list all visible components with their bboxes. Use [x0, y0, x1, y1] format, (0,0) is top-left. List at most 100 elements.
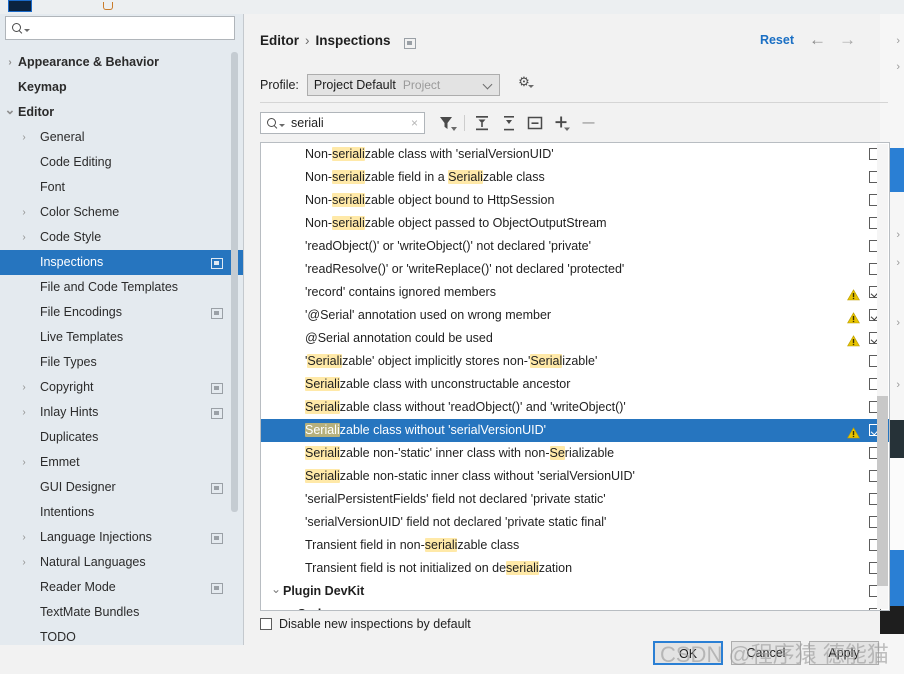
chevron-right-icon[interactable]: › [18, 450, 30, 475]
sidebar-scrollbar-thumb[interactable] [231, 52, 238, 512]
search-match: seriali [332, 147, 365, 161]
settings-sync-badge-icon [211, 383, 223, 394]
chevron-right-icon[interactable]: › [18, 225, 30, 250]
cancel-button[interactable]: Cancel [731, 641, 801, 665]
inspections-list[interactable]: Non-serializable class with 'serialVersi… [260, 142, 890, 611]
sidebar-item-gui-designer[interactable]: GUI Designer [0, 475, 243, 500]
expand-all-button[interactable] [471, 113, 493, 133]
inspection-row[interactable]: Transient field in non-serializable clas… [261, 534, 889, 557]
disable-new-inspections-row[interactable]: Disable new inspections by default [260, 617, 471, 631]
app-icon [8, 0, 32, 12]
chevron-down-icon[interactable]: ⌄ [4, 100, 16, 125]
search-match: Serial [530, 354, 563, 368]
inspection-row[interactable]: Serializable class without 'readObject()… [261, 396, 889, 419]
reset-link[interactable]: Reset [760, 33, 794, 47]
sidebar-item-code-editing[interactable]: Code Editing [0, 150, 243, 175]
sidebar-item-inspections[interactable]: Inspections [0, 250, 243, 275]
sidebar-item-todo[interactable]: TODO [0, 625, 243, 645]
search-match: Seriali [307, 354, 343, 368]
inspection-row[interactable]: Serializable class without 'serialVersio… [261, 419, 889, 442]
inspection-row[interactable]: '@Serial' annotation used on wrong membe… [261, 304, 889, 327]
inspection-row[interactable]: Serializable non-static inner class with… [261, 465, 889, 488]
sidebar-item-language-injections[interactable]: › Language Injections [0, 525, 243, 550]
profile-select[interactable]: Project Default Project [306, 74, 500, 96]
list-scrollbar-thumb[interactable] [877, 396, 888, 586]
sidebar-item-editor[interactable]: ⌄ Editor [0, 100, 243, 125]
inspection-row[interactable]: Non-serializable object passed to Object… [261, 212, 889, 235]
header-divider [260, 102, 888, 103]
profile-scope-hint: Project [402, 78, 441, 92]
nav-back-icon[interactable]: ← [809, 31, 826, 48]
profile-label: Profile: [260, 78, 299, 92]
remove-scope-button[interactable] [578, 113, 600, 133]
sidebar-item-label: Language Injections [40, 530, 152, 544]
inspection-row[interactable]: 'readObject()' or 'writeObject()' not de… [261, 235, 889, 258]
sidebar-item-label: Inspections [40, 255, 104, 269]
sidebar-item-color-scheme[interactable]: › Color Scheme [0, 200, 243, 225]
inspection-row[interactable]: 'readResolve()' or 'writeReplace()' not … [261, 258, 889, 281]
sidebar-item-label: Font [40, 180, 66, 194]
sidebar-item-textmate-bundles[interactable]: TextMate Bundles [0, 600, 243, 625]
inspection-row[interactable]: ⌄ Plugin DevKit [261, 580, 889, 603]
sidebar-item-label: Inlay Hints [40, 405, 99, 419]
sidebar-item-intentions[interactable]: Intentions [0, 500, 243, 525]
sidebar-item-file-types[interactable]: File Types [0, 350, 243, 375]
sidebar-item-general[interactable]: › General [0, 125, 243, 150]
sidebar-item-appearance-behavior[interactable]: › Appearance & Behavior [0, 50, 243, 75]
inspection-row[interactable]: ⌄Code [261, 603, 889, 610]
inspection-row[interactable]: Non-serializable object bound to HttpSes… [261, 189, 889, 212]
collapse-all-button[interactable] [498, 113, 520, 133]
inspection-label: '@Serial' annotation used on wrong membe… [305, 308, 552, 322]
sidebar-item-live-templates[interactable]: Live Templates [0, 325, 243, 350]
inspection-row[interactable]: Transient field is not initialized on de… [261, 557, 889, 580]
filter-button[interactable] [436, 113, 458, 133]
clear-search-icon[interactable]: × [411, 116, 418, 130]
inspection-search-input[interactable]: seriali [285, 116, 411, 130]
inspection-row[interactable]: 'serialPersistentFields' field not decla… [261, 488, 889, 511]
inspection-row[interactable]: Non-serializable class with 'serialVersi… [261, 143, 889, 166]
ok-button[interactable]: OK [653, 641, 723, 665]
settings-tree[interactable]: › Appearance & Behavior Keymap ⌄ Editor › Gene… [0, 50, 243, 645]
inspection-row[interactable]: Serializable class with unconstructable … [261, 373, 889, 396]
chevron-right-icon[interactable]: › [4, 50, 16, 75]
breadcrumb-root[interactable]: Editor [260, 33, 299, 48]
chevron-right-icon[interactable]: › [18, 525, 30, 550]
sidebar-item-label: Copyright [40, 380, 94, 394]
inspection-row[interactable]: Non-serializable field in a Serializable… [261, 166, 889, 189]
sidebar-item-emmet[interactable]: › Emmet [0, 450, 243, 475]
inspection-label: 'readResolve()' or 'writeReplace()' not … [305, 262, 625, 276]
settings-sync-badge-icon [211, 258, 223, 269]
sidebar-item-file-and-code-templates[interactable]: File and Code Templates [0, 275, 243, 300]
sidebar-item-font[interactable]: Font [0, 175, 243, 200]
inspection-search-field[interactable]: seriali × [260, 112, 425, 134]
group-by-button[interactable] [524, 113, 546, 133]
sidebar-item-natural-languages[interactable]: › Natural Languages [0, 550, 243, 575]
chevron-right-icon[interactable]: › [18, 550, 30, 575]
sidebar-item-reader-mode[interactable]: Reader Mode [0, 575, 243, 600]
sidebar-search[interactable] [5, 16, 235, 40]
inspection-row[interactable]: 'record' contains ignored members [261, 281, 889, 304]
sidebar-item-keymap[interactable]: Keymap [0, 75, 243, 100]
search-match: seriali [332, 170, 365, 184]
sidebar-item-copyright[interactable]: › Copyright [0, 375, 243, 400]
sidebar-item-file-encodings[interactable]: File Encodings [0, 300, 243, 325]
apply-button[interactable]: Apply [809, 641, 879, 665]
chevron-right-icon[interactable]: › [18, 125, 30, 150]
sidebar-item-code-style[interactable]: › Code Style [0, 225, 243, 250]
sidebar-item-label: File Types [40, 355, 97, 369]
inspection-row[interactable]: 'Serializable' object implicitly stores … [261, 350, 889, 373]
inspection-row[interactable]: Serializable non-'static' inner class wi… [261, 442, 889, 465]
nav-forward-icon[interactable]: → [839, 31, 856, 48]
sidebar-item-inlay-hints[interactable]: › Inlay Hints [0, 400, 243, 425]
inspection-row[interactable]: 'serialVersionUID' field not declared 'p… [261, 511, 889, 534]
chevron-right-icon[interactable]: › [18, 400, 30, 425]
search-match: seriali [332, 216, 365, 230]
sidebar-item-duplicates[interactable]: Duplicates [0, 425, 243, 450]
profile-settings-gear-button[interactable]: ⚙ [516, 75, 534, 93]
chevron-right-icon[interactable]: › [18, 200, 30, 225]
chevron-right-icon[interactable]: › [18, 375, 30, 400]
disable-new-inspections-checkbox[interactable] [260, 618, 272, 630]
add-scope-button[interactable] [551, 113, 573, 133]
inspection-row[interactable]: @Serial annotation could be used [261, 327, 889, 350]
search-match: seriali [332, 193, 365, 207]
